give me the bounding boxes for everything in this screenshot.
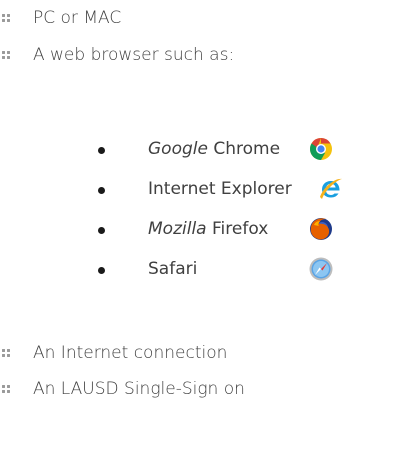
bullet-icon	[2, 51, 11, 60]
bullet-dot	[98, 267, 105, 274]
bullet-dot	[98, 187, 105, 194]
list-item-text: A web browser such as:	[33, 45, 235, 65]
browser-list-item: Internet Explorer	[98, 170, 398, 210]
bullet-icon	[2, 14, 11, 23]
internet-explorer-icon	[320, 178, 342, 199]
list-item-text: PC or MAC	[33, 8, 122, 28]
list-item-text: An Internet connection	[33, 343, 228, 363]
browser-label: Google Chrome	[148, 139, 281, 159]
browser-list-item: Mozilla Firefox	[98, 210, 398, 250]
browser-label: Mozilla Firefox	[148, 219, 269, 239]
bullet-dot	[98, 147, 105, 154]
browser-list-item: Safari	[98, 250, 398, 290]
bullet-dot	[98, 227, 105, 234]
bullet-icon	[2, 349, 11, 358]
safari-icon	[309, 257, 333, 281]
bullet-icon	[2, 385, 11, 394]
chrome-icon	[310, 138, 332, 160]
firefox-icon	[310, 218, 332, 240]
browser-list-item: Google Chrome	[98, 130, 398, 170]
list-item-text: An LAUSD Single-Sign on	[33, 379, 245, 399]
browser-label: Safari	[148, 259, 198, 279]
browser-label: Internet Explorer	[148, 179, 292, 199]
